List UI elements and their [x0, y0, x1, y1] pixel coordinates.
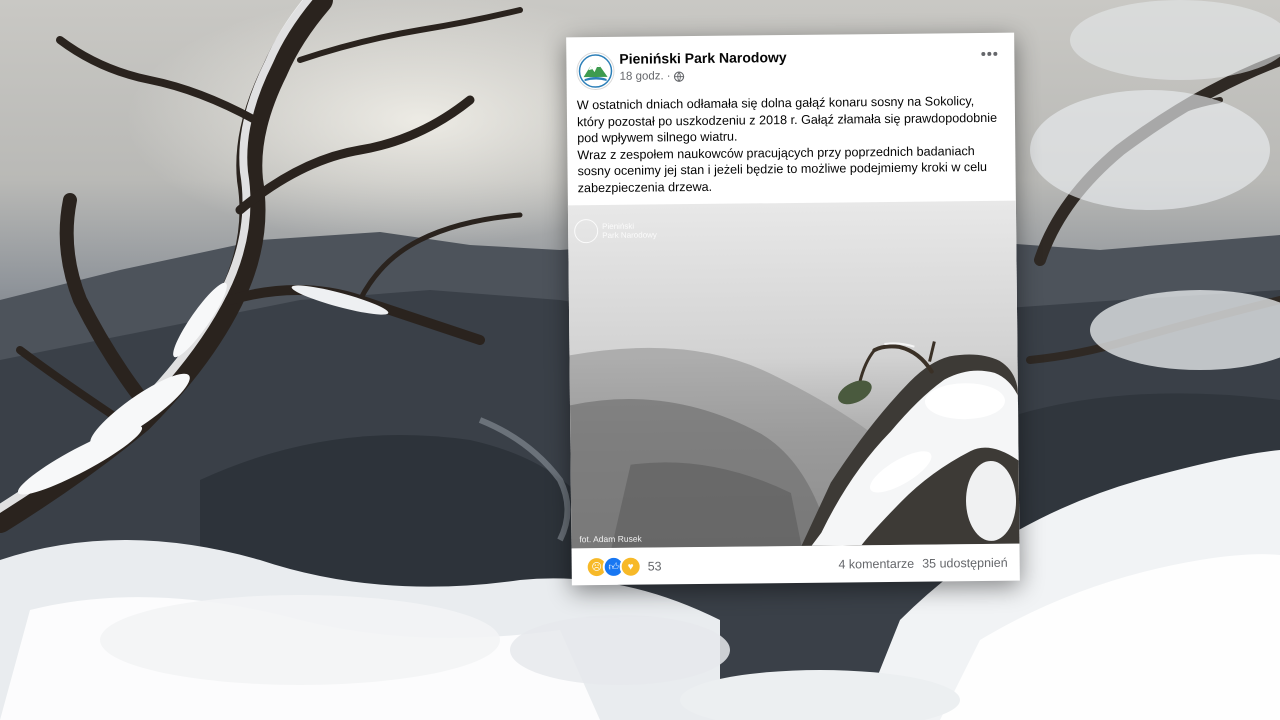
park-logo-icon — [578, 54, 613, 88]
photo-watermark: Pieniński Park Narodowy — [574, 218, 657, 244]
post-paragraph-1: W ostatnich dniach odłamała się dolna ga… — [576, 94, 998, 146]
watermark-line-2: Park Narodowy — [602, 230, 657, 240]
globe-icon — [673, 71, 685, 82]
watermark-logo-icon — [574, 219, 599, 244]
post-photo[interactable]: Pieniński Park Narodowy fot. Adam Rusek — [567, 200, 1020, 549]
engagement-counts: 4 komentarze 35 udostępnień — [838, 556, 1007, 572]
more-options-icon[interactable] — [978, 46, 1000, 62]
shares-count[interactable]: 35 udostępnień — [922, 556, 1008, 571]
foggy-pine-illustration — [569, 341, 1020, 549]
comments-count[interactable]: 4 komentarze — [838, 557, 914, 572]
page-name[interactable]: Pieniński Park Narodowy — [619, 49, 786, 67]
post-footer: ☹ 👍︎ ♥ 53 4 komentarze 35 udostępnień — [571, 544, 1019, 587]
meta-separator: · — [666, 70, 671, 83]
post-text: W ostatnich dniach odłamała się dolna ga… — [567, 91, 1016, 206]
reactions-summary[interactable]: ☹ 👍︎ ♥ 53 — [585, 555, 662, 579]
post-header: Pieniński Park Narodowy 18 godz. · — [566, 33, 1015, 96]
post-paragraph-2: Wraz z zespołem naukowców pracujących pr… — [577, 143, 988, 195]
post-meta: 18 godz. · — [619, 70, 685, 83]
post-time[interactable]: 18 godz. — [619, 70, 663, 82]
care-reaction-icon: ♥ — [619, 555, 642, 578]
reaction-count: 53 — [647, 559, 662, 574]
photo-credit: fot. Adam Rusek — [579, 533, 642, 545]
facebook-post: Pieniński Park Narodowy 18 godz. · W ost… — [566, 32, 1020, 587]
page-avatar[interactable] — [576, 51, 615, 91]
